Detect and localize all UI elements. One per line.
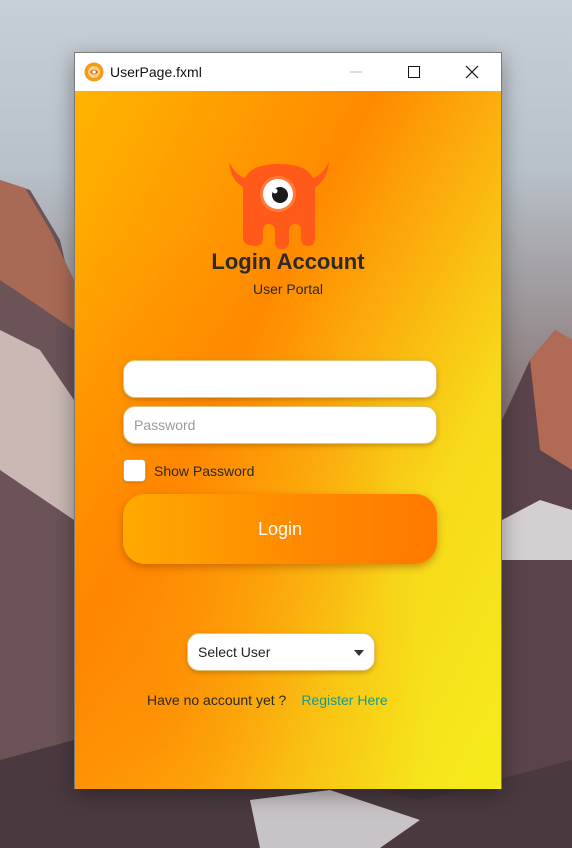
select-user-value: Select User — [198, 644, 271, 660]
login-button[interactable]: Login — [123, 494, 437, 564]
page-title: Login Account — [211, 249, 365, 274]
title-bar[interactable]: UserPage.fxml — [75, 53, 501, 91]
select-user-dropdown[interactable]: Select User — [187, 633, 375, 671]
maximize-icon — [408, 66, 420, 78]
show-password-label: Show Password — [154, 462, 255, 479]
chevron-down-icon — [354, 650, 364, 656]
maximize-button[interactable] — [385, 53, 443, 91]
login-panel: Login Account User Portal Show Password … — [75, 91, 501, 789]
minimize-button[interactable] — [327, 53, 385, 91]
username-field[interactable] — [123, 360, 437, 398]
no-account-text: Have no account yet ? — [147, 692, 287, 708]
page-subtitle: User Portal — [252, 281, 324, 297]
show-password-toggle[interactable]: Show Password — [123, 459, 254, 482]
register-prompt: Have no account yet ? Register Here — [147, 692, 388, 708]
register-link[interactable]: Register Here — [301, 692, 387, 708]
show-password-checkbox[interactable] — [123, 459, 146, 482]
monster-mascot-icon — [229, 162, 329, 249]
app-window: UserPage.fxml Login Account User Portal … — [74, 52, 502, 789]
window-title: UserPage.fxml — [110, 64, 202, 80]
password-field[interactable] — [123, 406, 437, 444]
login-button-label: Login — [257, 518, 303, 539]
java-fx-icon — [84, 62, 104, 82]
close-icon — [465, 65, 479, 79]
close-button[interactable] — [443, 53, 501, 91]
minimize-icon — [350, 71, 362, 73]
